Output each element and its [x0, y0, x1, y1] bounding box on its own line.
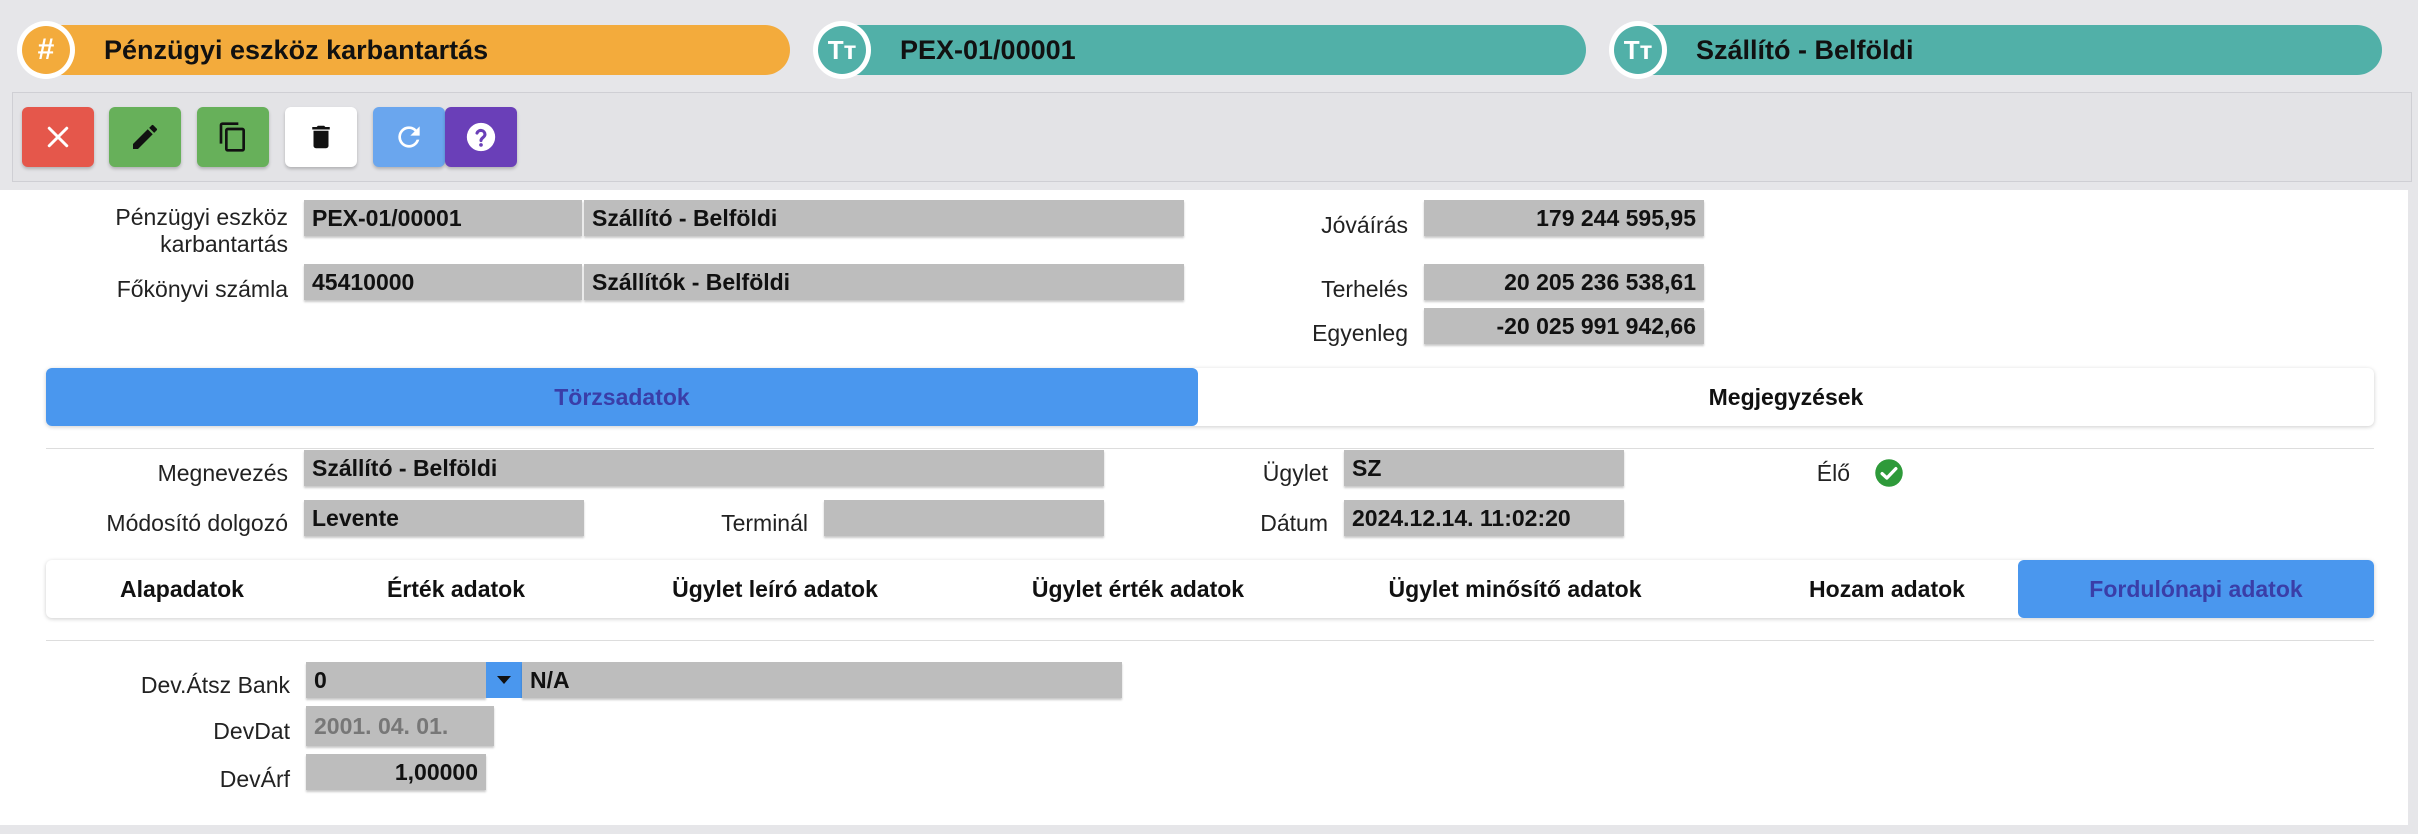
modifier-label: Módosító dolgozó — [106, 510, 288, 536]
refresh-button[interactable] — [373, 107, 445, 167]
tab-megjegyzesek[interactable]: Megjegyzések — [1198, 368, 2374, 426]
credit-field: 179 244 595,95 — [1424, 200, 1704, 236]
module-title-pill: # Pénzügyi eszköz karbantartás — [17, 21, 790, 79]
main-panel: Pénzügyi eszköz karbantartás PEX-01/0000… — [0, 190, 2408, 825]
bank-name-field: N/A — [522, 662, 1122, 698]
tab-ugylet-minosito-adatok[interactable]: Ügylet minősítő adatok — [1320, 560, 1710, 618]
copy-button[interactable] — [197, 107, 269, 167]
deal-field[interactable]: SZ — [1344, 450, 1624, 486]
alive-label: Élő — [1816, 460, 1850, 486]
close-icon — [47, 126, 69, 148]
tab-hozam-adatok[interactable]: Hozam adatok — [1710, 560, 2064, 618]
bank-dropdown-button[interactable] — [486, 662, 522, 698]
balance-field: -20 025 991 942,66 — [1424, 308, 1704, 344]
tab-ugylet-leiro-adatok[interactable]: Ügylet leíró adatok — [594, 560, 956, 618]
asset-code-field[interactable]: PEX-01/00001 — [304, 200, 582, 236]
devdat-field[interactable]: 2001. 04. 01. — [306, 706, 494, 746]
devdat-label: DevDat — [213, 718, 290, 744]
tab-torzsadatok[interactable]: Törzsadatok — [46, 368, 1198, 426]
date-label: Dátum — [1260, 510, 1328, 536]
chevron-down-icon — [497, 676, 511, 684]
record-code: PEX-01/00001 — [900, 35, 1076, 65]
text-type-icon: Tт — [1614, 26, 1662, 74]
bank-label: Dev.Átsz Bank — [140, 672, 290, 698]
tab-ugylet-ertek-adatok[interactable]: Ügylet érték adatok — [956, 560, 1320, 618]
divider — [46, 448, 2374, 449]
tab-fordulonapi-adatok[interactable]: Fordulónapi adatok — [2018, 560, 2374, 618]
divider — [46, 640, 2374, 641]
sub-tabs: Alapadatok Érték adatok Ügylet leíró ada… — [46, 560, 2374, 618]
text-type-icon: Tт — [818, 26, 866, 74]
close-button[interactable] — [22, 107, 94, 167]
date-field[interactable]: 2024.12.14. 11:02:20 — [1344, 500, 1624, 536]
bank-code-select[interactable]: 0 — [306, 662, 486, 698]
debit-field: 20 205 236 538,61 — [1424, 264, 1704, 300]
balance-label: Egyenleg — [1312, 320, 1408, 346]
delete-button[interactable] — [285, 107, 357, 167]
terminal-field[interactable] — [824, 500, 1104, 536]
check-circle-icon — [1875, 459, 1903, 487]
name-label: Megnevezés — [157, 460, 288, 486]
ledger-code-field[interactable]: 45410000 — [304, 264, 582, 300]
refresh-icon — [398, 126, 420, 148]
help-button[interactable] — [445, 107, 517, 167]
record-name-pill: Tт Szállító - Belföldi — [1609, 21, 2382, 79]
asset-label: Pénzügyi eszköz karbantartás — [115, 204, 288, 257]
main-tabs: Törzsadatok Megjegyzések — [46, 368, 2374, 426]
module-title: Pénzügyi eszköz karbantartás — [104, 35, 489, 65]
record-code-pill: Tт PEX-01/00001 — [813, 21, 1586, 79]
toolbar — [12, 92, 2412, 182]
credit-label: Jóváírás — [1321, 212, 1408, 238]
asset-name-field[interactable]: Szállító - Belföldi — [584, 200, 1184, 236]
edit-button[interactable] — [109, 107, 181, 167]
copy-icon — [219, 122, 245, 152]
ledger-name-field[interactable]: Szállítók - Belföldi — [584, 264, 1184, 300]
tab-ertek-adatok[interactable]: Érték adatok — [318, 560, 594, 618]
debit-label: Terhelés — [1321, 276, 1408, 302]
trash-icon — [312, 125, 330, 149]
pencil-icon — [133, 124, 158, 149]
tab-alapadatok[interactable]: Alapadatok — [46, 560, 318, 618]
hash-icon: # — [22, 26, 70, 74]
help-icon — [466, 122, 496, 152]
deal-label: Ügylet — [1262, 460, 1328, 486]
terminal-label: Terminál — [721, 510, 808, 536]
record-name: Szállító - Belföldi — [1696, 35, 1914, 65]
modifier-field[interactable]: Levente — [304, 500, 584, 536]
ledger-label: Főkönyvi számla — [116, 276, 288, 302]
devarf-label: DevÁrf — [219, 766, 290, 792]
name-field[interactable]: Szállító - Belföldi — [304, 450, 1104, 486]
devarf-field[interactable]: 1,00000 — [306, 754, 486, 790]
